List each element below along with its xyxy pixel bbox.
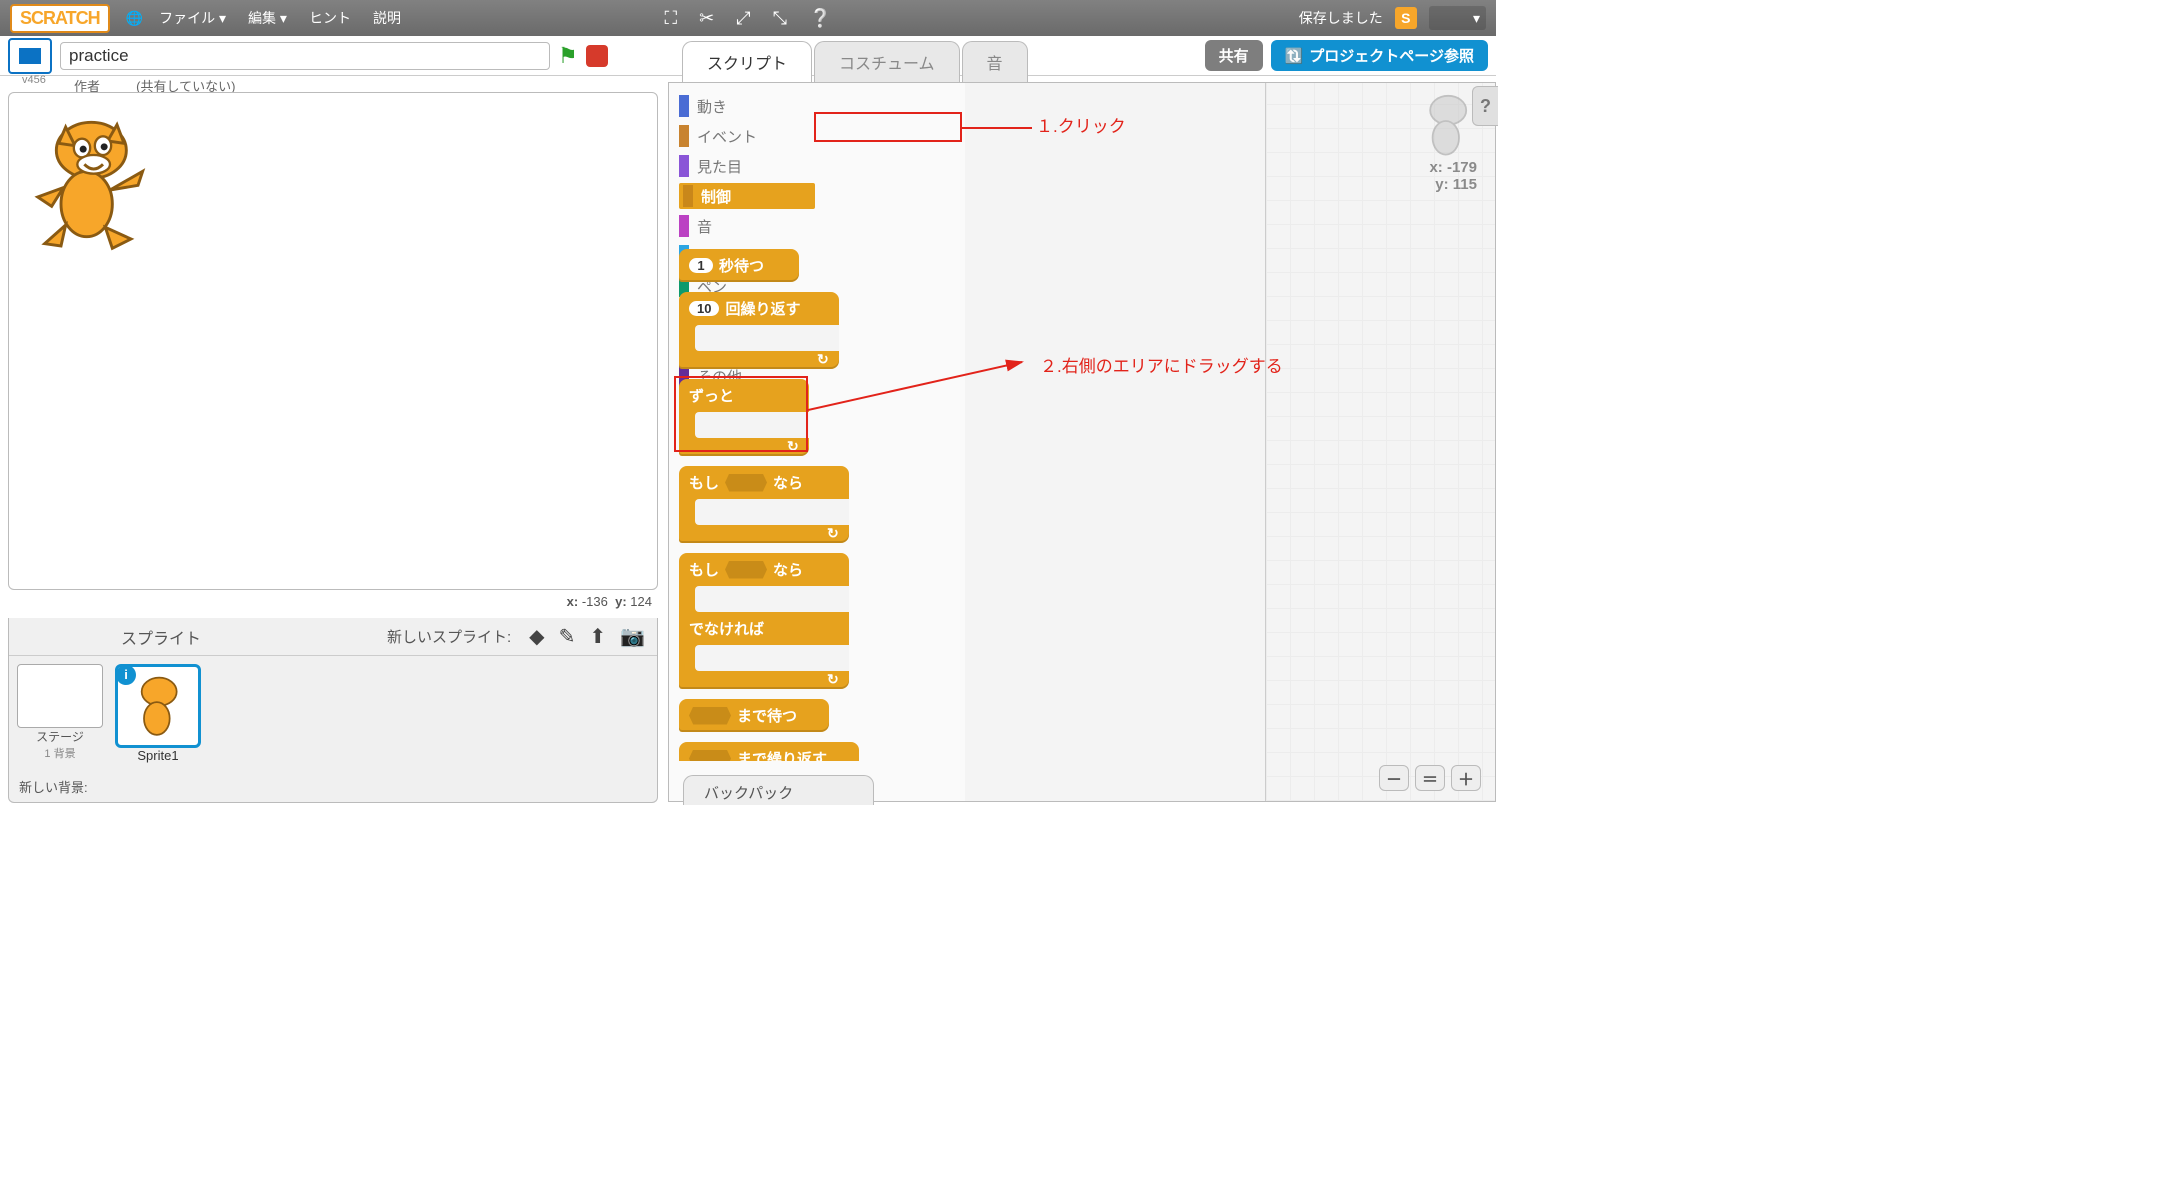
tab-costumes[interactable]: コスチューム [814,41,960,82]
zoom-out-button[interactable]: － [1379,765,1409,791]
camera-sprite-icon[interactable]: 📷 [620,624,645,649]
block-if[interactable]: もしなら [679,466,849,543]
cat-events[interactable]: イベント [679,123,815,149]
stage-coords: x: -136 y: 124 [8,590,658,613]
stop-button[interactable] [586,45,608,67]
menu-edit[interactable]: 編集 ▾ [248,8,287,28]
upload-sprite-icon[interactable]: ⬆ [589,624,606,649]
info-icon[interactable]: i [116,665,136,685]
new-sprite-label: 新しいスプライト: [387,626,511,647]
stage-view-toggle[interactable] [8,38,52,74]
tab-sounds[interactable]: 音 [962,41,1028,82]
zoom-in-button[interactable]: ＋ [1451,765,1481,791]
choose-sprite-icon[interactable]: ◆ [529,624,544,649]
stage[interactable] [8,92,658,590]
stage-thumb[interactable]: ステージ 1 背景 [17,664,103,761]
block-if-else[interactable]: もしならでなければ [679,553,849,689]
block-repeat-until[interactable]: まで繰り返す [679,742,859,761]
globe-icon[interactable]: 🌐 [126,10,143,27]
user-avatar-icon[interactable]: S [1395,7,1417,29]
editor-tabs: スクリプト コスチューム 音 [668,42,1496,82]
menu-hint[interactable]: ヒント [309,8,351,28]
new-backdrop-label: 新しい背景: [9,771,657,802]
cat-motion[interactable]: 動き [679,93,815,119]
shrink-icon[interactable]: ⤡ [773,8,787,29]
sprites-label: スプライト [121,625,201,649]
tab-scripts[interactable]: スクリプト [682,41,812,82]
script-area[interactable]: x: -179 y: 115 － ＝ ＋ [1265,83,1495,801]
help-icon[interactable]: ❔ [809,8,831,29]
script-coords: x: -179 y: 115 [1429,159,1477,193]
help-drawer-icon[interactable]: ? [1472,86,1498,126]
sprite-on-stage[interactable] [29,113,149,253]
block-repeat[interactable]: 10回繰り返す [679,292,839,369]
block-forever[interactable]: ずっと [679,379,809,456]
block-wait[interactable]: 1秒待つ [679,249,799,282]
sprite-thumb-icon [1417,91,1477,151]
menu-about[interactable]: 説明 [373,8,401,28]
grow-icon[interactable]: ⤢ [736,8,750,29]
zoom-reset-button[interactable]: ＝ [1415,765,1445,791]
green-flag-icon[interactable]: ⚑ [558,43,578,69]
scissors-icon[interactable]: ✂ [699,8,714,29]
sprite-item[interactable]: i Sprite1 [115,664,201,763]
top-menu-bar: SCRATCH 🌐 ファイル ▾ 編集 ▾ ヒント 説明 ⛶ ✂ ⤢ ⤡ ❔ 保… [0,0,1496,36]
menu-file[interactable]: ファイル ▾ [159,8,226,28]
project-title-input[interactable] [60,42,550,70]
backpack-tab[interactable]: バックパック [683,775,874,805]
sprite-panel: スプライト 新しいスプライト: ◆ ✎ ⬆ 📷 ステージ 1 背景 i Spri… [8,618,658,803]
scratch-logo[interactable]: SCRATCH [10,4,110,33]
paint-sprite-icon[interactable]: ✎ [559,624,576,649]
block-wait-until[interactable]: まで待つ [679,699,829,732]
saved-label: 保存しました [1299,8,1383,28]
cat-looks[interactable]: 見た目 [679,153,815,179]
block-palette: 1秒待つ 10回繰り返す ずっと もしなら もしならでなければ まで待つ まで繰… [669,233,965,761]
cat-control[interactable]: 制御 [679,183,815,209]
stamp-icon[interactable]: ⛶ [665,8,678,29]
user-menu[interactable] [1429,6,1486,30]
